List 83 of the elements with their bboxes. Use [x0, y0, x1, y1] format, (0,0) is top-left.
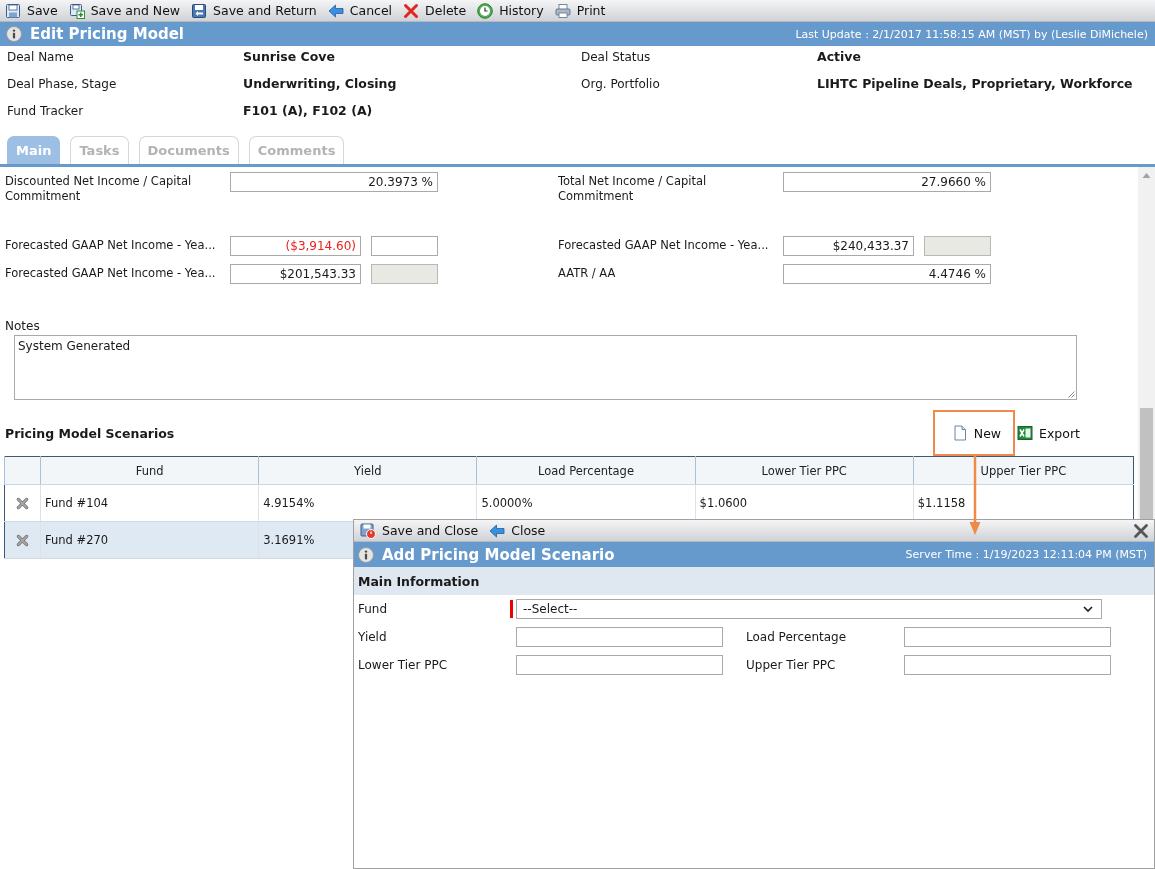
- field-label: Deal Phase, Stage: [7, 76, 117, 93]
- toolbar-button[interactable]: Delete: [403, 0, 467, 21]
- toolbar-button[interactable]: Save and Close: [360, 520, 479, 541]
- input-field[interactable]: [904, 655, 1111, 675]
- cell-text: 5.0000%: [481, 496, 533, 510]
- floppy-plus-icon[interactable]: [68, 2, 85, 19]
- toolbar-button[interactable]: Save and Return: [191, 0, 317, 21]
- cross-icon[interactable]: [403, 2, 420, 19]
- last-update-text: Last Update : 2/1/2017 11:58:15 AM (MST) by (Leslie DiMichele): [795, 27, 1148, 41]
- input-field[interactable]: [371, 236, 438, 256]
- number-field[interactable]: $201,543.33: [230, 264, 361, 284]
- number-field[interactable]: 27.9660 %: [783, 172, 991, 192]
- left-arrow-icon[interactable]: [327, 2, 344, 19]
- field-label: Forecasted GAAP Net Income - Yea...: [5, 238, 216, 253]
- field-label: Deal Status: [581, 49, 651, 66]
- field-label: Forecasted GAAP Net Income - Yea...: [5, 266, 216, 281]
- page-title: Edit Pricing Model: [30, 25, 184, 43]
- field-label: Fund: [358, 602, 388, 616]
- notes-field[interactable]: System Generated: [14, 335, 1077, 400]
- field-label: Fund Tracker: [7, 103, 84, 120]
- column-header[interactable]: Lower Tier PPC: [695, 456, 914, 485]
- scroll-up-icon[interactable]: [1142, 173, 1151, 178]
- field-label: Discounted Net Income / Capital Commitment: [5, 174, 193, 204]
- field-label: Total Net Income / Capital Commitment: [558, 174, 708, 204]
- field-value: Underwriting, Closing: [243, 75, 397, 93]
- toolbar-button[interactable]: History: [477, 0, 544, 21]
- toolbar-button[interactable]: Cancel: [327, 0, 393, 21]
- clock-icon[interactable]: [477, 2, 494, 19]
- server-time-text: Server Time : 1/19/2023 12:11:04 PM (MST): [905, 548, 1147, 561]
- resize-grip-icon[interactable]: [1067, 390, 1075, 398]
- field-value: Active: [817, 48, 861, 66]
- number-field[interactable]: ($3,914.60): [230, 236, 361, 256]
- printer-icon[interactable]: [554, 2, 571, 19]
- number-field[interactable]: 4.4746 %: [783, 264, 991, 284]
- field-label: Lower Tier PPC: [358, 658, 448, 672]
- cross-icon[interactable]: [16, 534, 29, 547]
- toolbar-button[interactable]: Close: [489, 520, 546, 541]
- column-header[interactable]: Upper Tier PPC: [913, 456, 1134, 485]
- input-field[interactable]: [516, 627, 723, 647]
- field-label: Yield: [358, 630, 387, 644]
- cell-text: $1.1158: [917, 496, 966, 510]
- column-header[interactable]: Load Percentage: [476, 456, 696, 485]
- cell-text: Fund #270: [45, 533, 109, 547]
- cell-text: 3.1691%: [263, 533, 315, 547]
- number-field[interactable]: $240,433.37: [783, 236, 914, 256]
- left-arrow-icon[interactable]: [489, 522, 506, 539]
- cell-text: $1.0600: [699, 496, 748, 510]
- toolbar-button[interactable]: Save: [5, 0, 58, 21]
- document-icon[interactable]: [951, 425, 968, 441]
- field-value: Sunrise Cove: [243, 48, 335, 66]
- floppy-stop-icon[interactable]: [360, 522, 376, 539]
- column-header[interactable]: Yield: [258, 456, 477, 485]
- scrollbar-thumb[interactable]: [1140, 408, 1153, 519]
- field-label: Notes: [5, 319, 40, 334]
- column-header[interactable]: Fund: [40, 456, 259, 485]
- field-label: Forecasted GAAP Net Income - Yea...: [558, 238, 769, 253]
- toolbar-button[interactable]: Save and New: [68, 0, 181, 21]
- field-label: Deal Name: [7, 49, 74, 66]
- number-field[interactable]: 20.3973 %: [230, 172, 438, 192]
- field-label: AATR / AA: [558, 266, 616, 281]
- info-icon: [6, 26, 22, 42]
- field-label: Load Percentage: [746, 630, 847, 644]
- chevron-down-icon[interactable]: [1083, 606, 1093, 612]
- field-value: F101 (A), F102 (A): [243, 102, 373, 120]
- scrollbar[interactable]: [1138, 167, 1155, 519]
- input-field[interactable]: [516, 655, 723, 675]
- section-header: Main Information: [354, 567, 1154, 595]
- info-icon: [358, 546, 374, 563]
- close-icon[interactable]: [1133, 522, 1149, 539]
- cell-text: Fund #104: [45, 496, 109, 510]
- cell-text: 4.9154%: [263, 496, 315, 510]
- toolbar-button[interactable]: Print: [554, 0, 606, 21]
- spreadsheet-icon[interactable]: [1017, 425, 1034, 441]
- dialog-title: Add Pricing Model Scenario: [382, 545, 615, 564]
- toolbar-button[interactable]: New: [932, 410, 1016, 456]
- section-title: Pricing Model Scenarios: [5, 425, 175, 441]
- field-label: Upper Tier PPC: [746, 658, 836, 672]
- input-field[interactable]: [904, 627, 1111, 647]
- field-label: Org. Portfolio: [581, 76, 660, 93]
- field-value: LIHTC Pipeline Deals, Proprietary, Workforce: [817, 75, 1133, 93]
- toolbar-button[interactable]: Export: [1017, 425, 1080, 441]
- dropdown-field[interactable]: --Select--: [516, 599, 1102, 619]
- cross-icon[interactable]: [16, 497, 29, 510]
